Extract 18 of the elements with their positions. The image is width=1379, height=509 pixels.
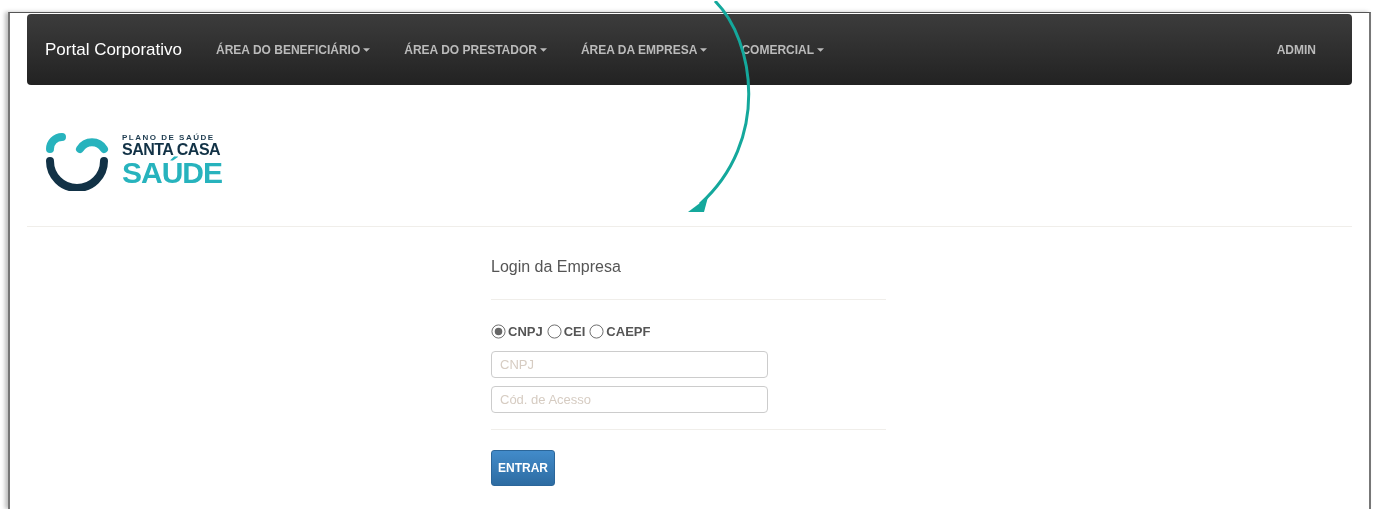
- radio-label: CAEPF: [606, 323, 651, 341]
- radio-label: CNPJ: [508, 323, 543, 341]
- radio-button[interactable]: [589, 324, 605, 340]
- smile-logo-icon: [44, 130, 110, 191]
- logo-tagline: PLANO DE SAÚDE: [122, 133, 216, 142]
- submit-button[interactable]: ENTRAR: [491, 449, 555, 486]
- input-field[interactable]: Cód. de Acesso: [491, 385, 768, 413]
- admin-link[interactable]: ADMIN: [1276, 40, 1316, 59]
- nav-menu[interactable]: ÁREA DO BENEFICIÁRIO: [216, 40, 371, 59]
- nav-menu[interactable]: ÁREA DO PRESTADOR: [404, 40, 547, 59]
- form-title: Login da Empresa: [491, 257, 622, 277]
- input-field[interactable]: CNPJ: [491, 350, 768, 378]
- nav-menu[interactable]: ÁREA DA EMPRESA: [580, 40, 708, 59]
- brand-link[interactable]: Portal Corporativo: [45, 36, 182, 63]
- radio-button[interactable]: [491, 324, 506, 340]
- radio-button[interactable]: [546, 324, 562, 340]
- radio-label: CEI: [563, 323, 586, 341]
- nav-menu[interactable]: COMERCIAL: [741, 40, 825, 59]
